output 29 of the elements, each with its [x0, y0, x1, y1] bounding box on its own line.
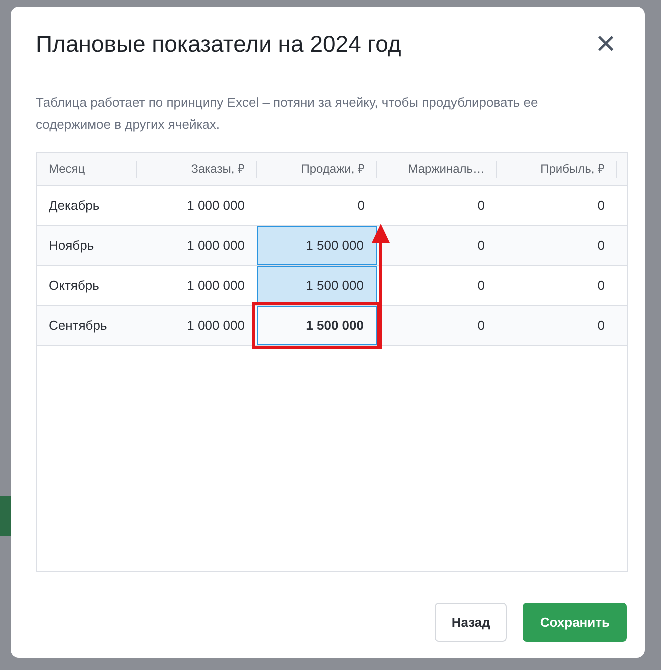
column-header: Продажи, ₽ [301, 161, 365, 178]
dialog-title: Плановые показатели на 2024 год [36, 30, 402, 59]
column-header: Заказы, ₽ [191, 161, 245, 178]
column-header: Месяц [49, 161, 86, 178]
month-cell-text: Сентябрь [48, 316, 108, 335]
value-cell[interactable]: 0 [377, 306, 497, 345]
column-header: Прибыль, ₽ [540, 161, 605, 178]
month-cell-text: Ноябрь [48, 236, 96, 255]
value-cell[interactable]: 1 500 000 [257, 266, 377, 305]
value-cell[interactable]: 1 000 000 [137, 226, 257, 265]
value-cell[interactable]: 0 [497, 306, 617, 345]
value-cell[interactable]: 0 [377, 226, 497, 265]
value-cell[interactable]: 0 [497, 266, 617, 305]
close-button[interactable]: × [593, 29, 619, 59]
value-cell[interactable]: 1 500 000 [257, 306, 377, 345]
month-cell-text: Октябрь [48, 276, 100, 295]
value-cell[interactable]: 0 [377, 186, 497, 225]
value-cell[interactable]: 0 [377, 266, 497, 305]
value-cell[interactable]: 1 000 000 [137, 306, 257, 345]
value-cell[interactable]: 1 500 000 [257, 226, 377, 265]
back-button[interactable]: Назад [434, 603, 508, 642]
value-cell[interactable]: 0 [497, 186, 617, 225]
month-cell-text: Декабрь [48, 196, 101, 215]
description-text: Таблица работает по принципу Excel – потяни за ячейку, чтобы продублировать ее содержимое в других ячейках. [36, 94, 540, 134]
value-cell[interactable]: 0 [257, 186, 377, 225]
value-cell[interactable]: 0 [497, 226, 617, 265]
column-header: Маржиналь… [408, 161, 485, 178]
value-cell[interactable]: 1 000 000 [137, 186, 257, 225]
value-cell[interactable]: 1 000 000 [137, 266, 257, 305]
